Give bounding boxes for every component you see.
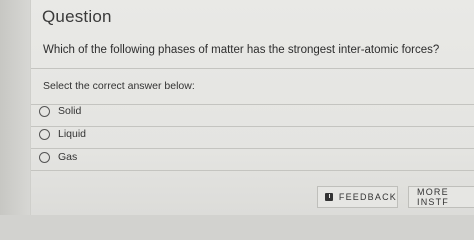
feedback-button-label: FEEDBACK — [338, 192, 397, 202]
more-instructions-button[interactable]: MORE INSTF — [408, 186, 474, 208]
divider — [31, 68, 474, 69]
radio-button-icon[interactable] — [39, 105, 50, 117]
feedback-button[interactable]: FEEDBACK — [317, 186, 398, 208]
question-text: Which of the following phases of matter … — [43, 44, 440, 56]
question-page: Question Which of the following phases o… — [0, 0, 474, 215]
left-sidebar-edge — [0, 0, 31, 215]
answer-option-liquid[interactable]: Liquid — [36, 124, 466, 144]
answer-option-label: Liquid — [58, 128, 87, 140]
radio-button-icon[interactable] — [39, 128, 50, 140]
answer-option-label: Gas — [58, 151, 78, 163]
more-instructions-label: MORE INSTF — [417, 187, 449, 207]
answer-instruction: Select the correct answer below: — [43, 80, 195, 92]
answer-option-solid[interactable]: Solid — [36, 101, 466, 121]
answer-option-label: Solid — [58, 105, 82, 117]
question-heading: Question — [42, 7, 112, 26]
divider — [31, 170, 474, 171]
radio-button-icon[interactable] — [39, 151, 50, 163]
feedback-icon — [325, 193, 333, 201]
answer-option-gas[interactable]: Gas — [36, 147, 466, 167]
